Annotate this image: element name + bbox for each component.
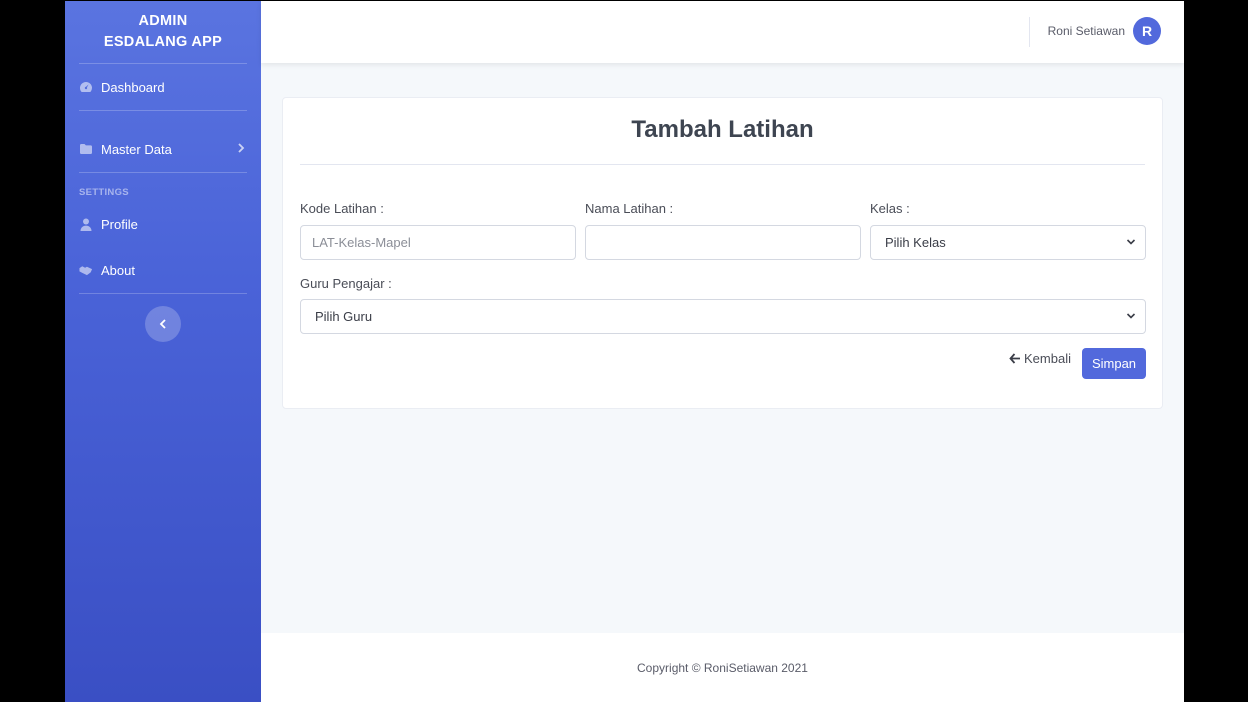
tachometer-icon: [79, 80, 93, 94]
kode-latihan-input[interactable]: LAT-Kelas-Mapel: [300, 225, 576, 260]
guru-pengajar-select[interactable]: Pilih Guru: [300, 299, 1146, 334]
sidebar-item-master-data[interactable]: Master Data: [65, 126, 261, 172]
page-title: Tambah Latihan: [631, 116, 814, 143]
save-button[interactable]: Simpan: [1082, 348, 1146, 379]
brand-line-2: ESDALANG APP: [103, 34, 223, 50]
chevron-right-icon: [237, 142, 245, 156]
user-menu[interactable]: Roni Setiawan R: [1048, 17, 1161, 45]
sidebar-toggle-button[interactable]: [145, 306, 181, 342]
sidebar-heading-settings: SETTINGS: [79, 187, 129, 198]
guru-select-value: Pilih Guru: [315, 309, 373, 324]
topbar-divider: [1029, 17, 1030, 47]
copyright-text: Copyright © RoniSetiawan 2021: [637, 660, 808, 675]
kelas-label: Kelas :: [870, 201, 910, 216]
footer: Copyright © RoniSetiawan 2021: [261, 633, 1184, 702]
guru-pengajar-label: Guru Pengajar :: [300, 276, 392, 291]
sidebar-item-dashboard[interactable]: Dashboard: [65, 64, 261, 110]
back-button[interactable]: Kembali: [1009, 351, 1071, 366]
chevron-down-icon: [1126, 239, 1136, 245]
kelas-select-value: Pilih Kelas: [885, 235, 946, 250]
sidebar-divider: [79, 293, 247, 294]
brand[interactable]: ADMIN ESDALANG APP: [65, 1, 261, 63]
sidebar-item-about[interactable]: About: [65, 247, 261, 293]
chevron-down-icon: [1126, 313, 1136, 319]
avatar: R: [1133, 17, 1161, 45]
sidebar-item-label: Dashboard: [101, 79, 165, 95]
brand-line-1: ADMIN: [138, 13, 188, 29]
topbar: Roni Setiawan R: [261, 1, 1184, 63]
kode-latihan-label: Kode Latihan :: [300, 201, 384, 216]
sidebar-item-profile[interactable]: Profile: [65, 201, 261, 247]
chevron-left-icon: [159, 319, 166, 329]
save-button-label: Simpan: [1091, 356, 1137, 371]
kode-latihan-placeholder: LAT-Kelas-Mapel: [312, 235, 411, 250]
folder-icon: [79, 142, 93, 156]
form-card: Tambah Latihan Kode Latihan : LAT-Kelas-…: [282, 97, 1163, 409]
back-button-label: Kembali: [1024, 351, 1071, 366]
sidebar-item-label: Master Data: [101, 141, 172, 157]
sidebar: ADMIN ESDALANG APP Dashboard Master Data…: [65, 1, 261, 702]
sidebar-item-label: Profile: [101, 216, 138, 232]
nama-latihan-label: Nama Latihan :: [585, 201, 674, 216]
sidebar-item-label: About: [101, 262, 135, 278]
kelas-select[interactable]: Pilih Kelas: [870, 225, 1146, 260]
main-content: Roni Setiawan R Tambah Latihan Kode Lati…: [261, 1, 1184, 702]
user-icon: [79, 217, 93, 231]
app-window: ADMIN ESDALANG APP Dashboard Master Data…: [65, 1, 1184, 702]
arrow-left-icon: [1009, 353, 1020, 364]
nama-latihan-input[interactable]: [585, 225, 861, 260]
handshake-icon: [79, 263, 93, 277]
user-name: Roni Setiawan: [1047, 24, 1125, 38]
card-divider: [300, 164, 1145, 165]
